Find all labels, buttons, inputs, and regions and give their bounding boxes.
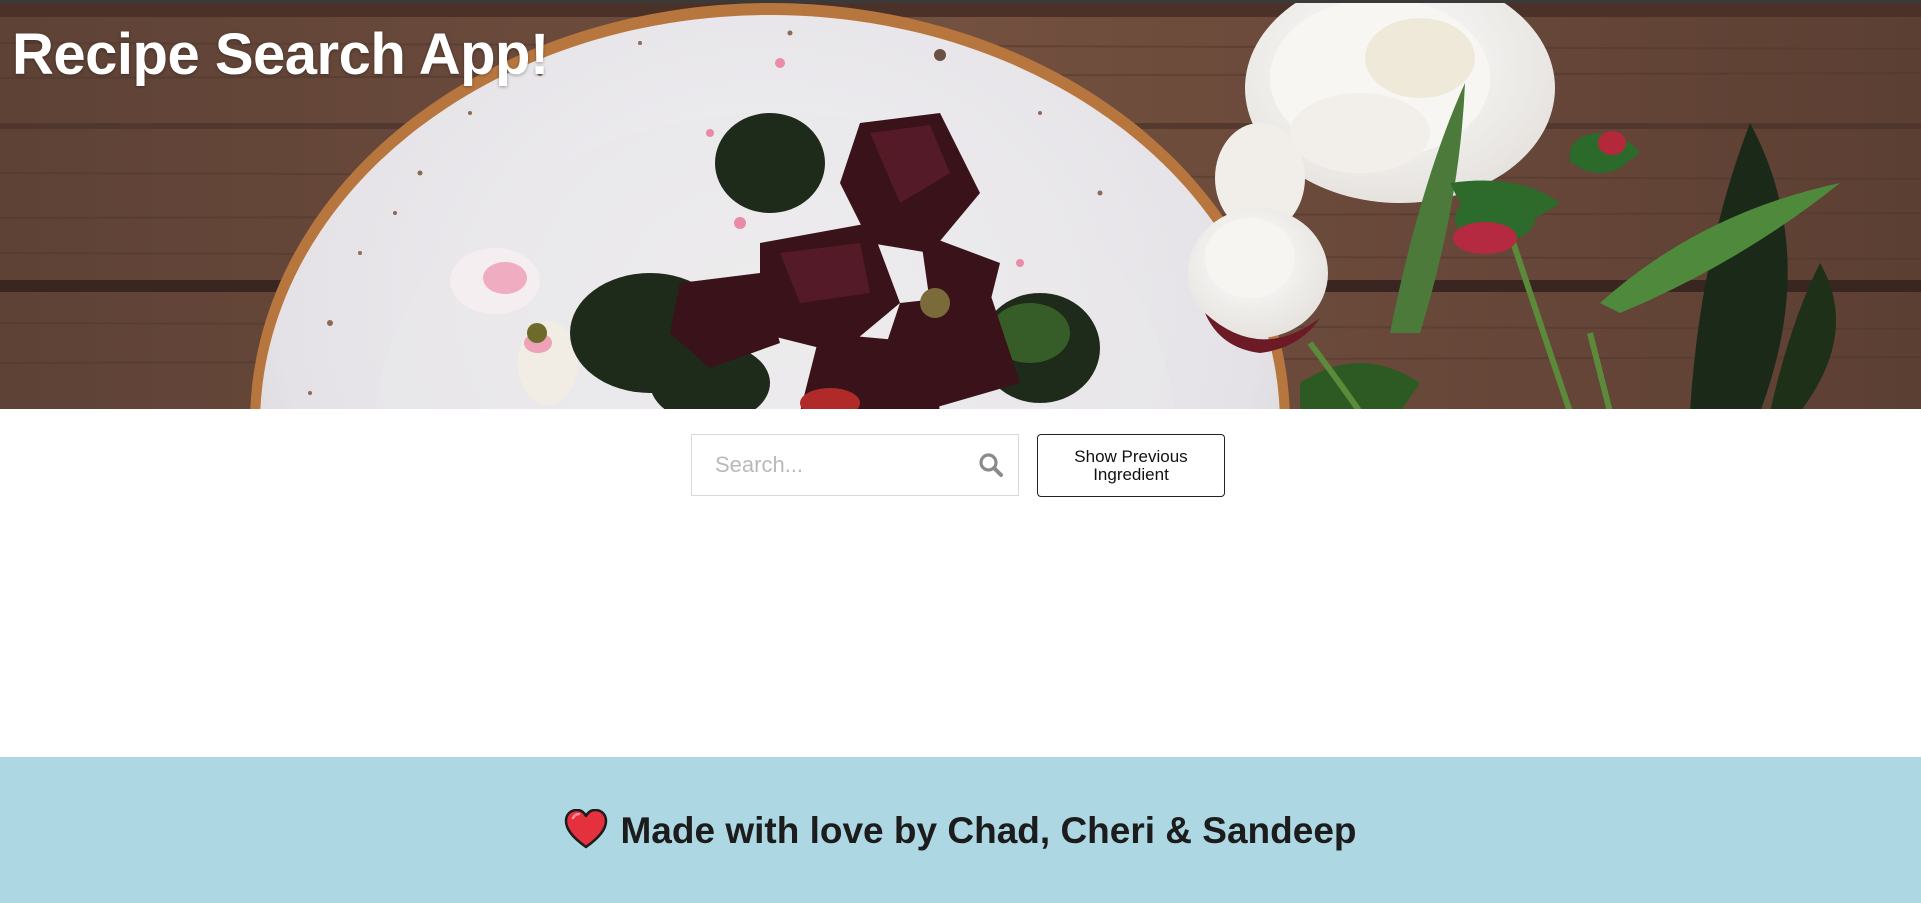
heart-icon [565, 809, 608, 849]
search-bar [691, 434, 1019, 496]
footer-credit: Made with love by Chad, Cheri & Sandeep [0, 809, 1921, 852]
footer: Made with love by Chad, Cheri & Sandeep [0, 757, 1921, 903]
page-title: Recipe Search App! [12, 22, 549, 87]
hero-banner: Recipe Search App! [0, 0, 1921, 409]
search-icon[interactable] [978, 452, 1004, 478]
footer-text: Made with love by Chad, Cheri & Sandeep [620, 810, 1357, 851]
search-section: Show Previous Ingredient [0, 409, 1921, 757]
page: Recipe Search App! Show Previous Ingredi… [0, 0, 1921, 903]
search-input[interactable] [692, 435, 975, 495]
show-previous-ingredient-button[interactable]: Show Previous Ingredient [1037, 434, 1225, 497]
